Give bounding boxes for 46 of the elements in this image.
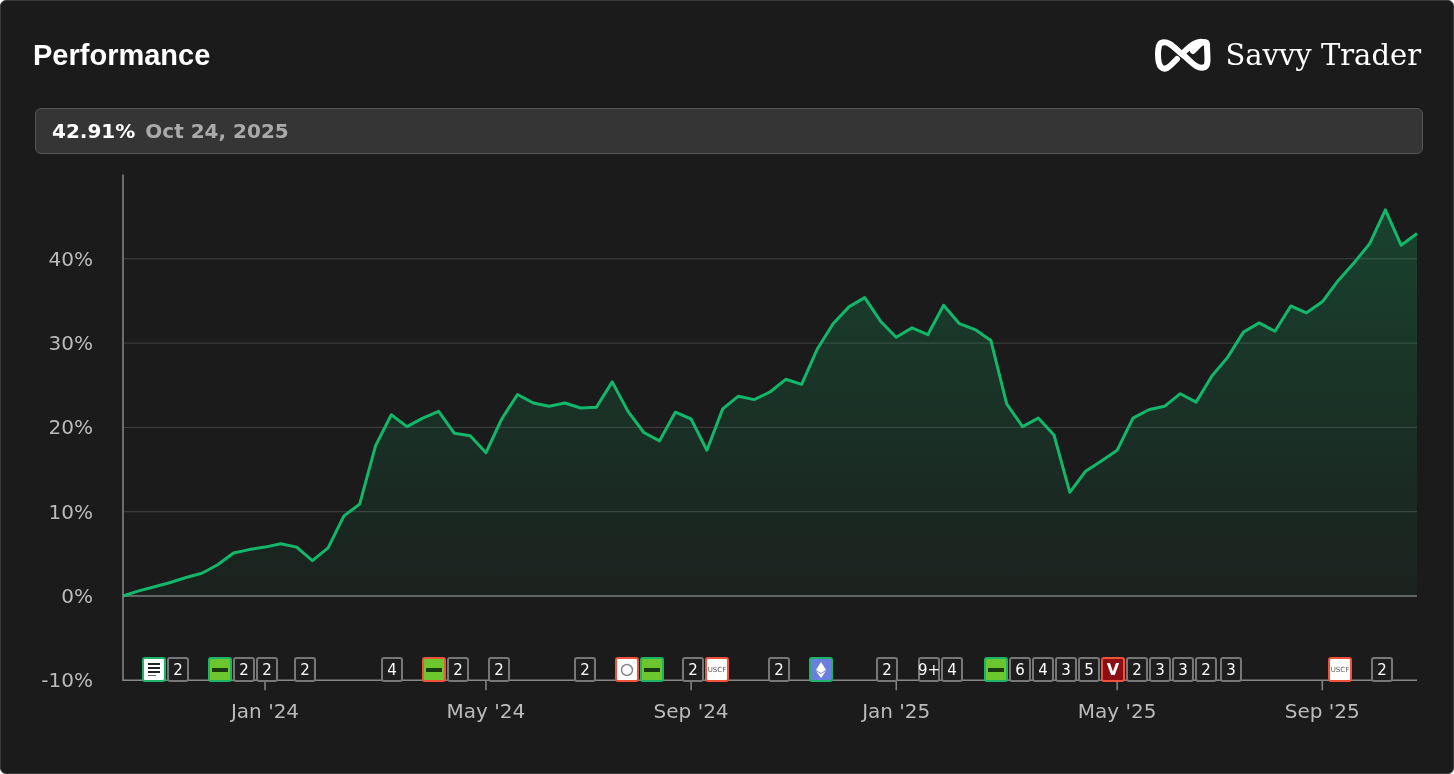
event-logo[interactable]: V bbox=[1101, 657, 1125, 682]
event-count[interactable]: 4 bbox=[381, 657, 403, 682]
x-axis-label: Jan '25 bbox=[862, 699, 931, 724]
event-count[interactable]: 2 bbox=[256, 657, 278, 682]
y-axis-label: 40% bbox=[48, 246, 93, 271]
event-count[interactable]: 2 bbox=[1195, 657, 1217, 682]
event-logo[interactable] bbox=[142, 657, 166, 682]
event-count[interactable]: 9+ bbox=[918, 657, 940, 682]
event-count[interactable]: 4 bbox=[941, 657, 963, 682]
performance-value: 42.91% bbox=[52, 119, 136, 143]
event-count[interactable]: 2 bbox=[294, 657, 316, 682]
y-axis-label: 20% bbox=[48, 415, 93, 440]
y-axis-label: 30% bbox=[48, 331, 93, 356]
event-count[interactable]: 3 bbox=[1055, 657, 1077, 682]
event-count[interactable]: 2 bbox=[682, 657, 704, 682]
performance-date: Oct 24, 2025 bbox=[145, 119, 289, 143]
x-axis-label: May '25 bbox=[1077, 699, 1157, 724]
x-axis-label: Sep '24 bbox=[653, 699, 729, 724]
event-count[interactable]: 2 bbox=[167, 657, 189, 682]
event-logo[interactable] bbox=[984, 657, 1008, 682]
event-logo[interactable] bbox=[208, 657, 232, 682]
event-count[interactable]: 3 bbox=[1220, 657, 1242, 682]
event-count[interactable]: 3 bbox=[1172, 657, 1194, 682]
x-axis-label: Jan '24 bbox=[230, 699, 300, 724]
page-title: Performance bbox=[33, 38, 211, 72]
event-count[interactable]: 2 bbox=[233, 657, 255, 682]
event-count[interactable]: 2 bbox=[768, 657, 790, 682]
event-logo[interactable] bbox=[640, 657, 664, 682]
event-count[interactable]: 2 bbox=[1371, 657, 1393, 682]
y-axis-label: 10% bbox=[48, 499, 93, 524]
event-count[interactable]: 5 bbox=[1078, 657, 1100, 682]
event-count[interactable]: 2 bbox=[488, 657, 510, 682]
event-count[interactable]: 3 bbox=[1149, 657, 1171, 682]
event-count[interactable]: 2 bbox=[574, 657, 596, 682]
y-axis-label: -10% bbox=[41, 668, 93, 693]
event-count[interactable]: 6 bbox=[1009, 657, 1031, 682]
brand-logo-icon bbox=[1155, 37, 1212, 73]
x-axis-label: May '24 bbox=[446, 699, 526, 724]
x-axis-label: Sep '25 bbox=[1284, 699, 1360, 724]
event-count[interactable]: 2 bbox=[1126, 657, 1148, 682]
event-count[interactable]: 4 bbox=[1032, 657, 1054, 682]
y-axis-label: 0% bbox=[61, 584, 93, 608]
brand-name: Savvy Trader bbox=[1225, 38, 1421, 72]
event-count[interactable]: 2 bbox=[447, 657, 469, 682]
event-logo[interactable] bbox=[422, 657, 446, 682]
event-count[interactable]: 2 bbox=[876, 657, 898, 682]
